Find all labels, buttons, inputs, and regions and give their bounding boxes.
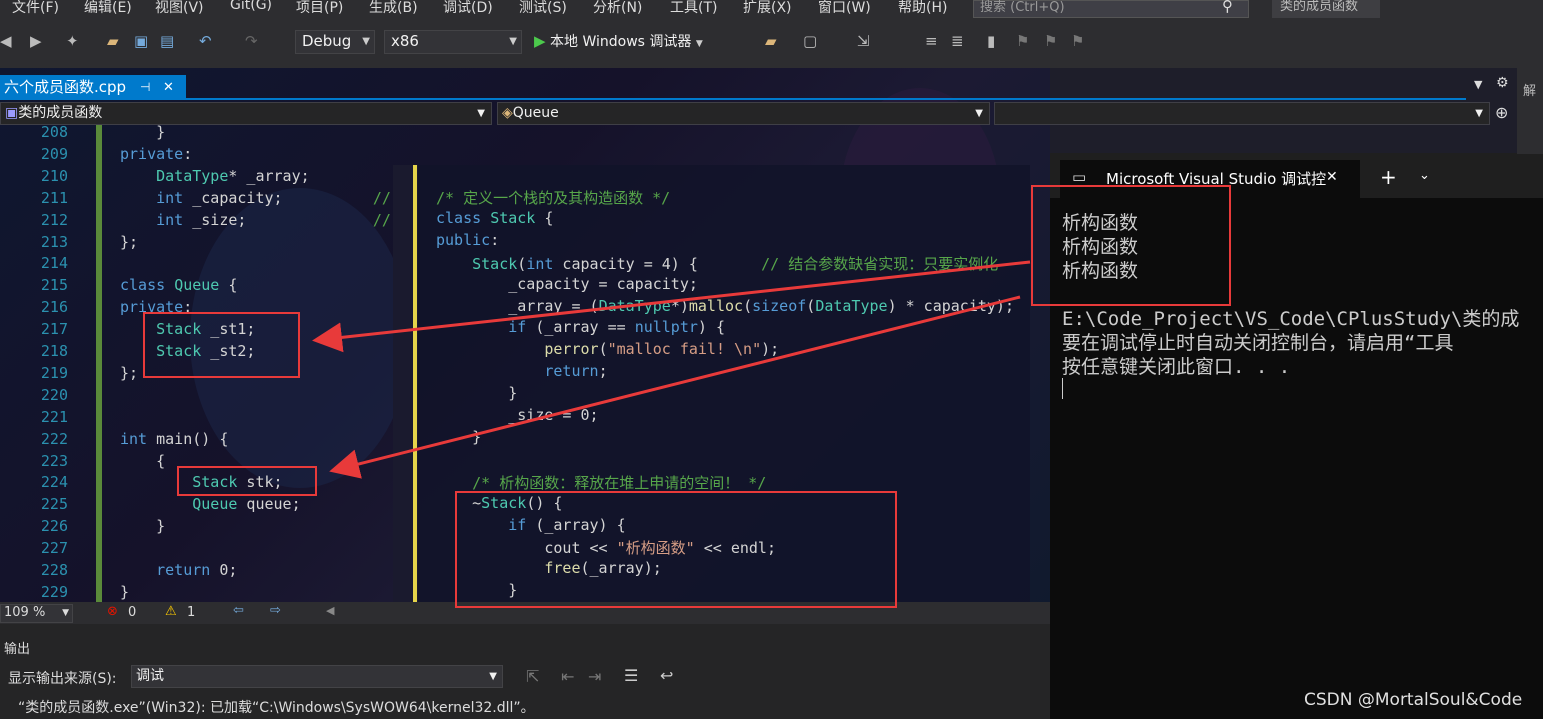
arrow-to-stack <box>329 295 1021 479</box>
arrow-to-queue <box>312 260 1031 353</box>
annotation-arrows <box>312 260 1031 479</box>
